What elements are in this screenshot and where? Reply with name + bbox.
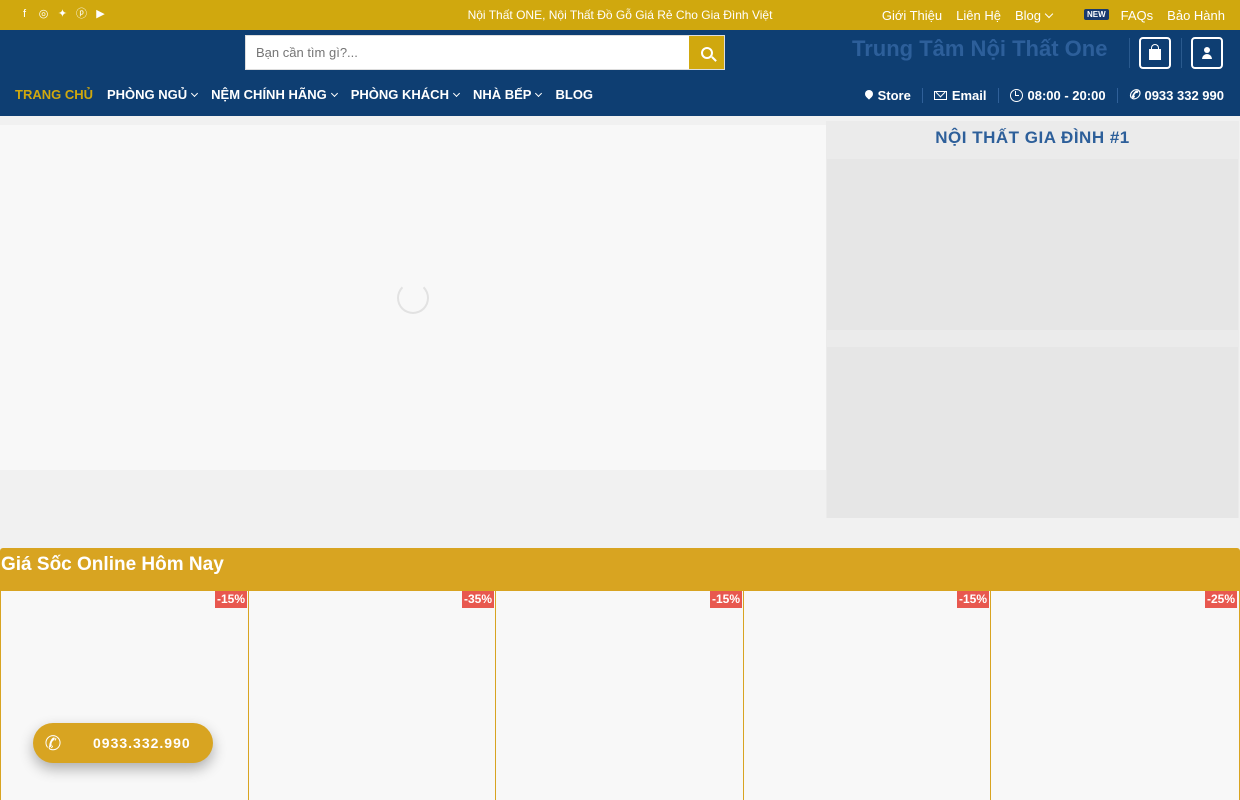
nav-item-kitchen[interactable]: NHÀ BẾP xyxy=(472,87,543,102)
about-link[interactable]: Giới Thiệu xyxy=(882,8,942,23)
header-divider xyxy=(1181,38,1182,68)
nav-item-living-room[interactable]: PHÒNG KHÁCH xyxy=(350,87,461,102)
blog-link[interactable]: Blog NEW xyxy=(1014,8,1109,23)
opening-hours: 08:00 - 20:00 xyxy=(1009,87,1106,103)
main-header: Trung Tâm Nội Thất One TRANG CHỦ PHÒNG N… xyxy=(0,30,1240,116)
faqs-link[interactable]: FAQs xyxy=(1121,8,1154,23)
product-card[interactable] xyxy=(991,591,1239,800)
top-links: Giới Thiệu Liên Hệ Blog NEW FAQs Bảo Hành xyxy=(882,8,1225,23)
search-form xyxy=(245,35,725,70)
sidebar-title: NỘI THẤT GIA ĐÌNH #1 xyxy=(935,128,1130,147)
product-card[interactable] xyxy=(249,591,495,800)
brand-name[interactable]: Trung Tâm Nội Thất One xyxy=(852,36,1107,62)
nav-item-label: NHÀ BẾP xyxy=(472,87,532,102)
top-bar: f ◎ ✦ ⓟ ▶ Nội Thất ONE, Nội Thất Đồ Gỗ G… xyxy=(0,0,1240,30)
product-card[interactable] xyxy=(744,591,990,800)
sidebar-banner-top[interactable] xyxy=(827,159,1238,330)
hours-label: 08:00 - 20:00 xyxy=(1027,87,1106,103)
divider xyxy=(921,87,923,103)
warranty-link[interactable]: Bảo Hành xyxy=(1167,8,1225,23)
nav-item-label: NỆM CHÍNH HÃNG xyxy=(211,87,327,102)
nav-item-bedroom[interactable]: PHÒNG NGỦ xyxy=(107,87,199,102)
loading-spinner-icon xyxy=(397,282,429,314)
sale-badge: -15% xyxy=(214,591,247,608)
chevron-down-icon xyxy=(1044,9,1054,19)
phone-label: 0933 332 990 xyxy=(1144,87,1224,103)
chevron-down-icon xyxy=(535,89,543,98)
phone-link[interactable]: ✆ 0933 332 990 xyxy=(1129,87,1224,103)
sale-badge: -15% xyxy=(956,591,989,608)
store-link[interactable]: Store xyxy=(865,88,911,103)
clock-icon xyxy=(1009,88,1023,102)
envelope-icon xyxy=(933,90,947,100)
nav-item-mattress[interactable]: NỆM CHÍNH HÃNG xyxy=(211,87,338,102)
contact-link[interactable]: Liên Hệ xyxy=(956,8,1001,23)
chevron-down-icon xyxy=(452,89,461,98)
sale-badge: -35% xyxy=(461,591,494,608)
sale-badge: -25% xyxy=(1204,591,1237,608)
user-icon xyxy=(1201,47,1213,59)
new-badge: NEW xyxy=(1083,9,1109,20)
chevron-down-icon xyxy=(191,89,199,98)
store-label: Store xyxy=(877,87,911,103)
search-input[interactable] xyxy=(246,36,690,69)
divider xyxy=(997,87,999,103)
main-nav: TRANG CHỦ PHÒNG NGỦ NỆM CHÍNH HÃNG PHÒNG… xyxy=(15,87,593,102)
header-contact-links: Store Email 08:00 - 20:00 ✆ 0933 332 990 xyxy=(865,87,1224,103)
blog-link-label: Blog xyxy=(1014,8,1041,23)
account-button[interactable] xyxy=(1191,37,1223,69)
chevron-down-icon xyxy=(330,89,338,98)
shopping-bag-icon xyxy=(1149,44,1161,60)
map-pin-icon xyxy=(865,90,873,101)
section-title: Giá Sốc Online Hôm Nay xyxy=(1,554,224,575)
divider xyxy=(1116,87,1118,103)
nav-item-label: PHÒNG NGỦ xyxy=(107,87,188,102)
nav-item-label: TRANG CHỦ xyxy=(15,87,93,102)
floating-call-button[interactable]: ✆ 0933.332.990 xyxy=(33,723,213,763)
sidebar-banner-bottom[interactable] xyxy=(827,347,1238,518)
call-number: 0933.332.990 xyxy=(93,735,191,751)
header-divider xyxy=(1129,38,1130,68)
nav-item-label: BLOG xyxy=(555,87,594,102)
product-card[interactable] xyxy=(1,591,248,800)
nav-item-blog[interactable]: BLOG xyxy=(555,87,593,102)
nav-item-home[interactable]: TRANG CHỦ xyxy=(15,87,93,102)
phone-icon: ✆ xyxy=(1128,87,1140,102)
phone-ringing-icon: ✆ xyxy=(44,732,62,755)
product-card[interactable] xyxy=(496,591,743,800)
search-icon xyxy=(700,46,713,59)
email-link[interactable]: Email xyxy=(933,87,987,103)
sale-badge: -15% xyxy=(709,591,742,608)
nav-item-label: PHÒNG KHÁCH xyxy=(350,87,449,102)
cart-button[interactable] xyxy=(1139,37,1171,69)
email-label: Email xyxy=(951,87,987,103)
search-button[interactable] xyxy=(689,36,724,69)
